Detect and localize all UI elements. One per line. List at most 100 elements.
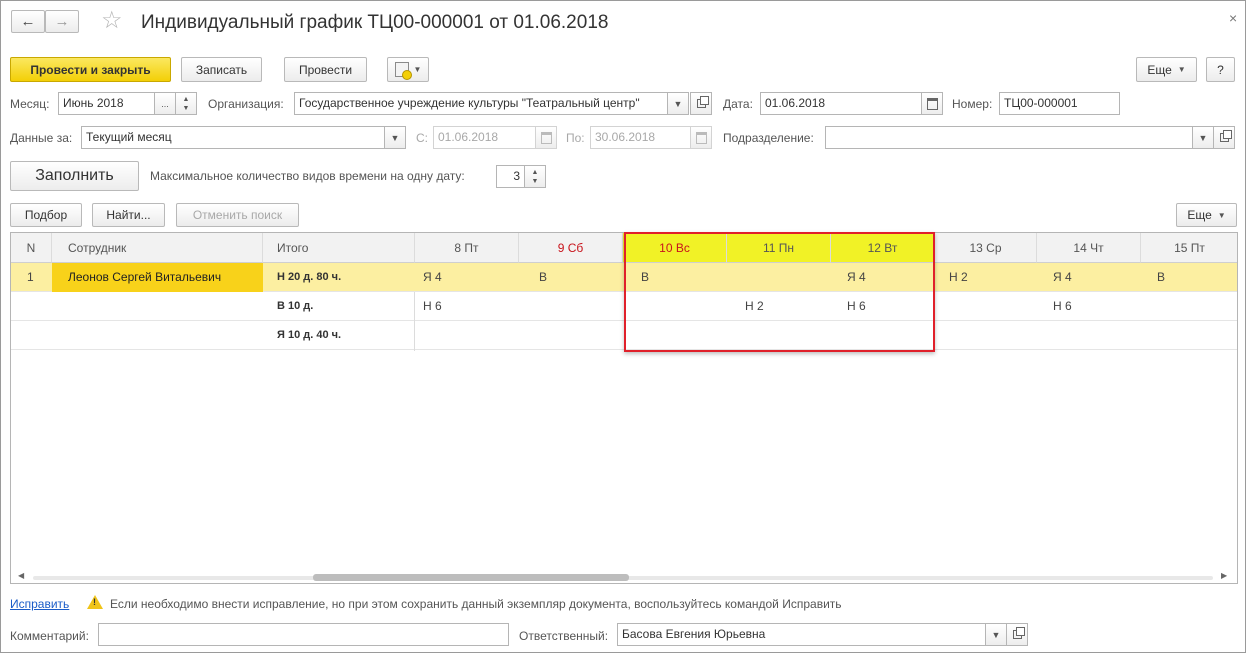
post-button[interactable]: Провести — [284, 57, 367, 82]
open-form-icon — [1012, 627, 1025, 639]
table-more-button[interactable]: Еще ▼ — [1176, 203, 1237, 227]
highlight-annotation-box — [624, 232, 935, 352]
calendar-icon — [540, 131, 552, 144]
header-employee[interactable]: Сотрудник — [52, 233, 263, 263]
fix-link[interactable]: Исправить — [10, 597, 69, 611]
data-for-field[interactable]: Текущий месяц — [81, 126, 385, 149]
to-label: По: — [566, 131, 585, 145]
scroll-right-icon[interactable]: ▶ — [1221, 571, 1227, 580]
responsible-field[interactable]: Басова Евгения Юрьевна — [617, 623, 986, 646]
day-cell[interactable]: В — [1157, 263, 1165, 292]
find-button[interactable]: Найти... — [92, 203, 165, 227]
header-total[interactable]: Итого — [263, 233, 415, 263]
chevron-down-icon: ▼ — [390, 132, 400, 143]
header-day[interactable]: 9 Сб — [519, 233, 623, 263]
chevron-down-icon: ▼ — [1217, 210, 1226, 220]
chevron-down-icon: ▼ — [182, 104, 190, 112]
organization-label: Организация: — [208, 97, 284, 111]
chevron-down-icon: ▼ — [1177, 65, 1186, 74]
responsible-label: Ответственный: — [519, 629, 609, 643]
max-types-label: Максимальное количество видов времени на… — [150, 169, 465, 183]
open-form-icon — [696, 96, 709, 108]
print-icon — [394, 62, 412, 80]
data-for-dropdown-button[interactable]: ▼ — [384, 126, 406, 149]
day-cell[interactable]: Я 4 — [1053, 263, 1072, 292]
day-cell[interactable]: Я 4 — [423, 263, 442, 292]
division-open-button[interactable] — [1213, 126, 1235, 149]
comment-field[interactable] — [98, 623, 509, 646]
favorite-star-icon[interactable]: ☆ — [101, 7, 123, 35]
from-label: С: — [416, 131, 428, 145]
header-day[interactable]: 13 Ср — [935, 233, 1037, 263]
month-field[interactable]: Июнь 2018 — [58, 92, 155, 115]
column-divider — [414, 292, 415, 351]
date-calendar-button[interactable] — [921, 92, 943, 115]
max-types-stepper[interactable]: ▲ ▼ — [524, 165, 546, 188]
month-label: Месяц: — [10, 97, 50, 111]
open-form-icon — [1219, 130, 1232, 142]
to-date-field[interactable]: 30.06.2018 — [590, 126, 691, 149]
document-window: ← → ☆ Индивидуальный график ТЦ00-000001 … — [0, 0, 1246, 653]
total-value[interactable]: Н 20 д. 80 ч. — [277, 263, 341, 292]
header-day[interactable]: 8 Пт — [415, 233, 519, 263]
scroll-left-icon[interactable]: ◀ — [18, 571, 24, 580]
cancel-search-button[interactable]: Отменить поиск — [176, 203, 299, 227]
total-value[interactable]: Я 10 д. 40 ч. — [277, 321, 341, 350]
data-for-label: Данные за: — [10, 131, 73, 145]
division-dropdown-button[interactable]: ▼ — [1192, 126, 1214, 149]
arrow-right-icon: → — [54, 13, 70, 30]
month-stepper[interactable]: ▲ ▼ — [175, 92, 197, 115]
chevron-down-icon: ▼ — [673, 98, 683, 109]
day-cell[interactable]: В — [539, 263, 547, 292]
window-title: Индивидуальный график ТЦ00-000001 от 01.… — [141, 12, 609, 33]
organization-dropdown-button[interactable]: ▼ — [667, 92, 689, 115]
responsible-dropdown-button[interactable]: ▼ — [985, 623, 1007, 646]
save-button[interactable]: Записать — [181, 57, 262, 82]
chevron-down-icon: ▼ — [531, 177, 539, 185]
fill-button[interactable]: Заполнить — [10, 161, 139, 191]
day-cell[interactable]: Н 6 — [423, 292, 442, 321]
help-button[interactable]: ? — [1206, 57, 1235, 82]
organization-open-button[interactable] — [690, 92, 712, 115]
close-icon[interactable]: × — [1229, 10, 1237, 26]
number-label: Номер: — [952, 97, 993, 111]
total-value[interactable]: В 10 д. — [277, 292, 313, 321]
header-day[interactable]: 14 Чт — [1037, 233, 1141, 263]
month-select-button[interactable]: ... — [154, 92, 176, 115]
more-button[interactable]: Еще ▼ — [1136, 57, 1197, 82]
calendar-icon — [695, 131, 707, 144]
comment-label: Комментарий: — [10, 629, 89, 643]
calendar-icon — [926, 97, 938, 110]
division-field[interactable] — [825, 126, 1193, 149]
print-menu-button[interactable]: ▼ — [387, 57, 429, 82]
forward-button[interactable]: → — [45, 10, 79, 33]
day-cell[interactable]: Н 2 — [949, 263, 968, 292]
division-label: Подразделение: — [723, 131, 814, 145]
chevron-down-icon: ▼ — [413, 65, 422, 74]
date-field[interactable]: 01.06.2018 — [760, 92, 922, 115]
pick-button[interactable]: Подбор — [10, 203, 82, 227]
header-day[interactable]: 15 Пт — [1141, 233, 1237, 263]
organization-field[interactable]: Государственное учреждение культуры "Теа… — [294, 92, 668, 115]
number-field[interactable]: ТЦ00-000001 — [999, 92, 1120, 115]
horizontal-scrollbar-thumb[interactable] — [313, 574, 629, 581]
arrow-left-icon: ← — [20, 13, 36, 30]
date-label: Дата: — [723, 97, 753, 111]
chevron-down-icon: ▼ — [991, 629, 1001, 640]
post-and-close-button[interactable]: Провести и закрыть — [10, 57, 171, 82]
chevron-down-icon: ▼ — [1198, 132, 1208, 143]
employee-name[interactable]: Леонов Сергей Витальевич — [68, 263, 221, 292]
responsible-open-button[interactable] — [1006, 623, 1028, 646]
warning-icon: ! — [87, 595, 103, 609]
chevron-up-icon: ▲ — [182, 95, 190, 103]
from-date-field[interactable]: 01.06.2018 — [433, 126, 536, 149]
day-cell[interactable]: Н 6 — [1053, 292, 1072, 321]
row-number: 1 — [27, 270, 34, 284]
to-calendar-button[interactable] — [690, 126, 712, 149]
max-types-field[interactable]: 3 — [496, 165, 525, 188]
back-button[interactable]: ← — [11, 10, 45, 33]
fix-message: Если необходимо внести исправление, но п… — [110, 597, 842, 611]
header-n[interactable]: N — [11, 233, 52, 263]
from-calendar-button[interactable] — [535, 126, 557, 149]
chevron-up-icon: ▲ — [531, 168, 539, 176]
